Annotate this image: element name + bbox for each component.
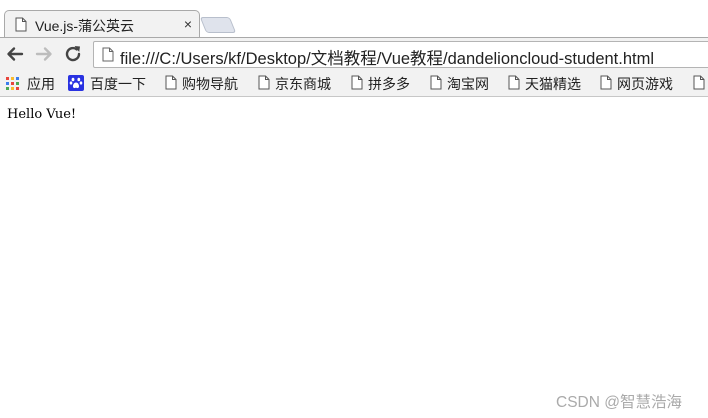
browser-window: Vue.js-蒲公英云 × file:///C:/Users/kf/Deskto… (0, 0, 708, 418)
bookmark-label: 天猫精选 (525, 76, 581, 92)
bookmark-label: 百度一下 (90, 76, 146, 92)
forward-button[interactable] (33, 43, 55, 65)
bookmark-label: 应用 (27, 76, 55, 92)
bookmark-label: 淘宝网 (447, 76, 489, 92)
hello-message: Hello Vue! (7, 107, 77, 122)
tab-title: Vue.js-蒲公英云 (35, 18, 135, 34)
page-icon (102, 47, 114, 62)
reload-button[interactable] (62, 43, 84, 65)
bookmark-label: 京东商城 (275, 76, 331, 92)
toolbar: file:///C:/Users/kf/Desktop/文档教程/Vue教程/d… (0, 37, 708, 70)
url-text: file:///C:/Users/kf/Desktop/文档教程/Vue教程/d… (120, 50, 655, 68)
page-icon (508, 75, 521, 90)
page-icon (258, 75, 271, 90)
page-icon (165, 75, 178, 90)
address-bar[interactable]: file:///C:/Users/kf/Desktop/文档教程/Vue教程/d… (93, 41, 708, 68)
bookmarks-bar: 应用 百度一下 购物导航 京东商城 拼多多 淘宝网 天猫精选 网页游戏 (0, 70, 708, 97)
tab-strip: Vue.js-蒲公英云 × (0, 0, 708, 38)
baidu-paw-icon (68, 75, 84, 91)
watermark: CSDN @智慧浩海 (556, 394, 682, 411)
new-tab-button[interactable] (199, 17, 237, 33)
bookmark-overflow[interactable] (693, 73, 707, 93)
bookmark-label: 拼多多 (368, 76, 410, 92)
page-icon (430, 75, 443, 90)
page-icon (600, 75, 613, 90)
bookmark-label: 网页游戏 (617, 76, 673, 92)
bookmark-shopping-nav[interactable]: 购物导航 (165, 73, 245, 93)
bookmark-taobao[interactable]: 淘宝网 (430, 73, 496, 93)
page-content: Hello Vue! CSDN @智慧浩海 (0, 98, 708, 418)
bookmark-pinduoduo[interactable]: 拼多多 (351, 73, 417, 93)
active-tab[interactable]: Vue.js-蒲公英云 × (4, 10, 200, 38)
arrow-right-icon (35, 47, 52, 61)
bookmark-label: 购物导航 (182, 76, 238, 92)
bookmark-baidu[interactable]: 百度一下 (68, 73, 154, 93)
page-icon (351, 75, 364, 90)
bookmark-web-games[interactable]: 网页游戏 (600, 73, 682, 93)
page-icon (693, 75, 706, 90)
arrow-left-icon (7, 47, 24, 61)
bookmark-apps[interactable]: 应用 (6, 73, 61, 93)
page-icon (15, 17, 27, 32)
back-button[interactable] (4, 43, 26, 65)
close-icon[interactable]: × (181, 16, 195, 32)
bookmark-jd[interactable]: 京东商城 (258, 73, 338, 93)
bookmark-tmall[interactable]: 天猫精选 (508, 73, 588, 93)
apps-grid-icon (6, 77, 19, 90)
reload-icon (65, 46, 81, 62)
